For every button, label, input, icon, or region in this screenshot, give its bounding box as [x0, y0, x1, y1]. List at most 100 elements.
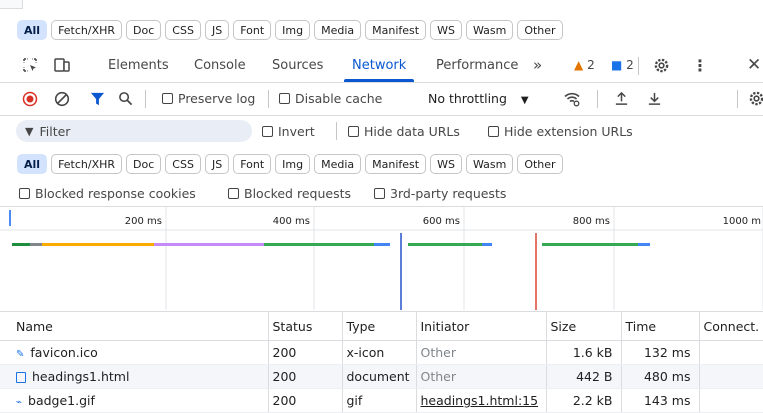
- favicon-icon: ✎: [16, 349, 25, 360]
- hide-data-urls-checkbox[interactable]: Hide data URLs: [348, 124, 460, 139]
- tab-performance[interactable]: Performance: [436, 58, 518, 73]
- column-header-initiator[interactable]: Initiator: [415, 311, 546, 341]
- type-filter-media[interactable]: Media: [314, 154, 362, 174]
- table-row[interactable]: headings1.html 200 document Other 442 B …: [0, 364, 763, 389]
- dom-content-loaded-line: [400, 233, 402, 310]
- top-filter-doc[interactable]: Doc: [126, 20, 162, 40]
- disable-cache-box[interactable]: [279, 93, 290, 104]
- row-name-cell[interactable]: ✎ favicon.ico: [0, 340, 268, 365]
- table-header-row: Name Status Type Initiator Size Time Con…: [0, 311, 763, 341]
- top-filter-ws[interactable]: WS: [430, 20, 462, 40]
- column-header-size[interactable]: Size: [545, 311, 621, 341]
- third-party-box[interactable]: [374, 188, 385, 199]
- tab-network-underline: [344, 79, 414, 82]
- column-header-connect[interactable]: Connect.: [698, 311, 763, 341]
- type-filter-css[interactable]: CSS: [165, 154, 201, 174]
- messages-badge[interactable]: ■ 2: [611, 58, 634, 72]
- device-toolbar-icon[interactable]: [54, 57, 70, 73]
- top-filter-manifest[interactable]: Manifest: [365, 20, 427, 40]
- top-filter-js[interactable]: JS: [204, 20, 230, 40]
- row-connect-cell: [698, 364, 763, 389]
- tab-elements[interactable]: Elements: [108, 58, 169, 73]
- type-filter-ws[interactable]: WS: [430, 154, 462, 174]
- throttling-select[interactable]: No throttling ▼: [428, 91, 529, 106]
- type-filter-wasm[interactable]: Wasm: [465, 154, 514, 174]
- type-filter-all[interactable]: All: [17, 154, 48, 174]
- more-tabs-button[interactable]: »: [533, 56, 542, 74]
- hide-extension-urls-box[interactable]: [488, 126, 499, 137]
- column-header-time[interactable]: Time: [620, 311, 699, 341]
- column-header-type[interactable]: Type: [341, 311, 416, 341]
- tab-network[interactable]: Network: [352, 58, 406, 73]
- filter-divider: [336, 122, 337, 140]
- top-filter-wasm[interactable]: Wasm: [465, 20, 514, 40]
- blocked-cookies-checkbox[interactable]: Blocked response cookies: [19, 186, 196, 201]
- third-party-checkbox[interactable]: 3rd-party requests: [374, 186, 506, 201]
- type-filter-doc[interactable]: Doc: [126, 154, 162, 174]
- timeline-overview: 200 ms 400 ms 600 ms 800 ms 1000 m: [0, 207, 763, 310]
- preserve-log-box[interactable]: [162, 93, 173, 104]
- type-filter-img[interactable]: Img: [275, 154, 311, 174]
- settings-gear-icon[interactable]: [653, 57, 670, 74]
- waterfall-bar: [42, 243, 154, 246]
- start-marker: [9, 210, 11, 226]
- row-name-cell[interactable]: ⌁ badge1.gif: [0, 388, 268, 413]
- preserve-log-checkbox[interactable]: Preserve log: [162, 91, 255, 106]
- tab-console[interactable]: Console: [194, 58, 246, 73]
- type-filter-font[interactable]: Font: [233, 154, 272, 174]
- search-icon[interactable]: [118, 91, 133, 106]
- top-filter-fetch-xhr[interactable]: Fetch/XHR: [51, 20, 123, 40]
- type-filter-other[interactable]: Other: [517, 154, 563, 174]
- filter-funnel-small-icon: ▼: [25, 124, 34, 138]
- waterfall-bar: [154, 243, 264, 246]
- hide-extension-urls-checkbox[interactable]: Hide extension URLs: [488, 124, 633, 139]
- row-name-cell[interactable]: headings1.html: [0, 364, 268, 389]
- network-toolbar: Preserve log Disable cache No throttling…: [0, 83, 763, 116]
- import-har-icon[interactable]: [614, 91, 629, 106]
- top-filter-all[interactable]: All: [17, 20, 48, 40]
- blocked-requests-checkbox[interactable]: Blocked requests: [228, 186, 351, 201]
- row-initiator-cell[interactable]: headings1.html:15: [415, 388, 546, 413]
- invert-checkbox[interactable]: Invert: [262, 124, 315, 139]
- row-type-cell: document: [341, 364, 416, 389]
- export-har-icon[interactable]: [647, 91, 662, 106]
- warnings-badge[interactable]: ▲ 2: [574, 58, 595, 72]
- top-filter-font[interactable]: Font: [233, 20, 272, 40]
- clear-log-icon[interactable]: [54, 91, 70, 107]
- table-row[interactable]: ✎ favicon.ico 200 x-icon Other 1.6 kB 132…: [0, 340, 763, 365]
- top-filter-css[interactable]: CSS: [165, 20, 201, 40]
- row-size-cell: 1.6 kB: [545, 340, 621, 365]
- blocked-cookies-box[interactable]: [19, 188, 30, 199]
- kebab-menu-icon[interactable]: ⋮: [692, 56, 708, 75]
- row-initiator-cell: Other: [415, 340, 546, 365]
- record-stop-icon[interactable]: [22, 91, 38, 107]
- image-icon: ⌁: [16, 397, 23, 408]
- column-header-name[interactable]: Name: [0, 311, 268, 341]
- tab-sources[interactable]: Sources: [272, 58, 323, 73]
- tick-800: 800 ms: [573, 216, 610, 227]
- top-filter-media[interactable]: Media: [314, 20, 362, 40]
- filter-funnel-icon[interactable]: [90, 91, 105, 106]
- type-filter-manifest[interactable]: Manifest: [365, 154, 427, 174]
- waterfall-bar: [30, 243, 42, 246]
- filter-input[interactable]: ▼ Filter: [16, 120, 252, 142]
- row-status-cell: 200: [267, 340, 342, 365]
- top-filter-other[interactable]: Other: [517, 20, 563, 40]
- top-filter-img[interactable]: Img: [275, 20, 311, 40]
- type-filter-js[interactable]: JS: [204, 154, 230, 174]
- blocked-requests-box[interactable]: [228, 188, 239, 199]
- disable-cache-checkbox[interactable]: Disable cache: [279, 91, 382, 106]
- column-header-status[interactable]: Status: [267, 311, 342, 341]
- row-size-cell: 442 B: [545, 364, 621, 389]
- type-filter-fetch-xhr[interactable]: Fetch/XHR: [51, 154, 123, 174]
- table-row[interactable]: ⌁ badge1.gif 200 gif headings1.html:15 2.…: [0, 388, 763, 413]
- close-devtools-icon[interactable]: ✕: [747, 55, 761, 75]
- top-filter-bar: All Fetch/XHR Doc CSS JS Font Img Media …: [17, 20, 563, 40]
- hide-data-urls-box[interactable]: [348, 126, 359, 137]
- invert-box[interactable]: [262, 126, 273, 137]
- blocked-filters: Blocked response cookies Blocked request…: [0, 180, 763, 207]
- message-icon: ■: [611, 58, 623, 72]
- network-settings-icon[interactable]: [748, 90, 763, 107]
- inspect-element-icon[interactable]: [22, 57, 38, 73]
- network-conditions-icon[interactable]: [563, 90, 581, 107]
